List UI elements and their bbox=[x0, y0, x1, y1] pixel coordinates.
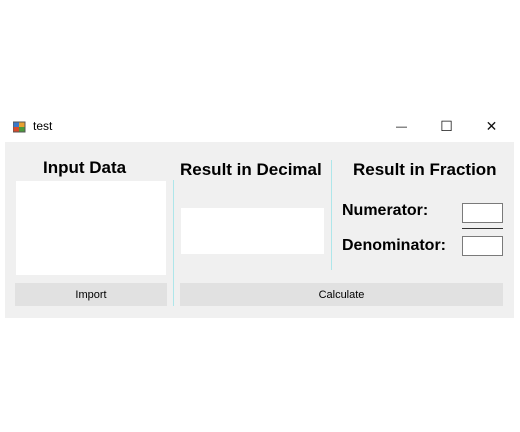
title-bar[interactable]: test — ☐ ✕ bbox=[5, 111, 514, 142]
input-data-heading: Input Data bbox=[43, 158, 127, 177]
form-client-area: Input Data Import Result in Decimal Resu… bbox=[5, 142, 514, 318]
panel-divider-right bbox=[331, 160, 332, 270]
close-button[interactable]: ✕ bbox=[469, 111, 514, 142]
app-window: test — ☐ ✕ Input Data Import Result in D… bbox=[5, 111, 514, 318]
app-icon bbox=[13, 121, 26, 133]
maximize-icon: ☐ bbox=[440, 118, 453, 134]
numerator-box[interactable] bbox=[462, 203, 503, 223]
decimal-result-box[interactable] bbox=[180, 207, 325, 255]
calculate-button[interactable]: Calculate bbox=[180, 283, 503, 306]
numerator-label: Numerator: bbox=[342, 202, 429, 219]
import-button[interactable]: Import bbox=[15, 283, 167, 306]
minimize-icon: — bbox=[396, 120, 407, 133]
minimize-button[interactable]: — bbox=[379, 111, 424, 142]
window-title: test bbox=[33, 119, 53, 133]
maximize-button[interactable]: ☐ bbox=[424, 111, 469, 142]
decimal-heading: Result in Decimal bbox=[180, 160, 322, 179]
input-data-textbox[interactable] bbox=[15, 180, 167, 276]
denominator-box[interactable] bbox=[462, 236, 503, 256]
panel-divider-left bbox=[173, 180, 174, 306]
fraction-heading: Result in Fraction bbox=[353, 160, 497, 179]
denominator-label: Denominator: bbox=[342, 237, 446, 254]
fraction-bar bbox=[462, 228, 503, 229]
close-icon: ✕ bbox=[485, 118, 498, 134]
